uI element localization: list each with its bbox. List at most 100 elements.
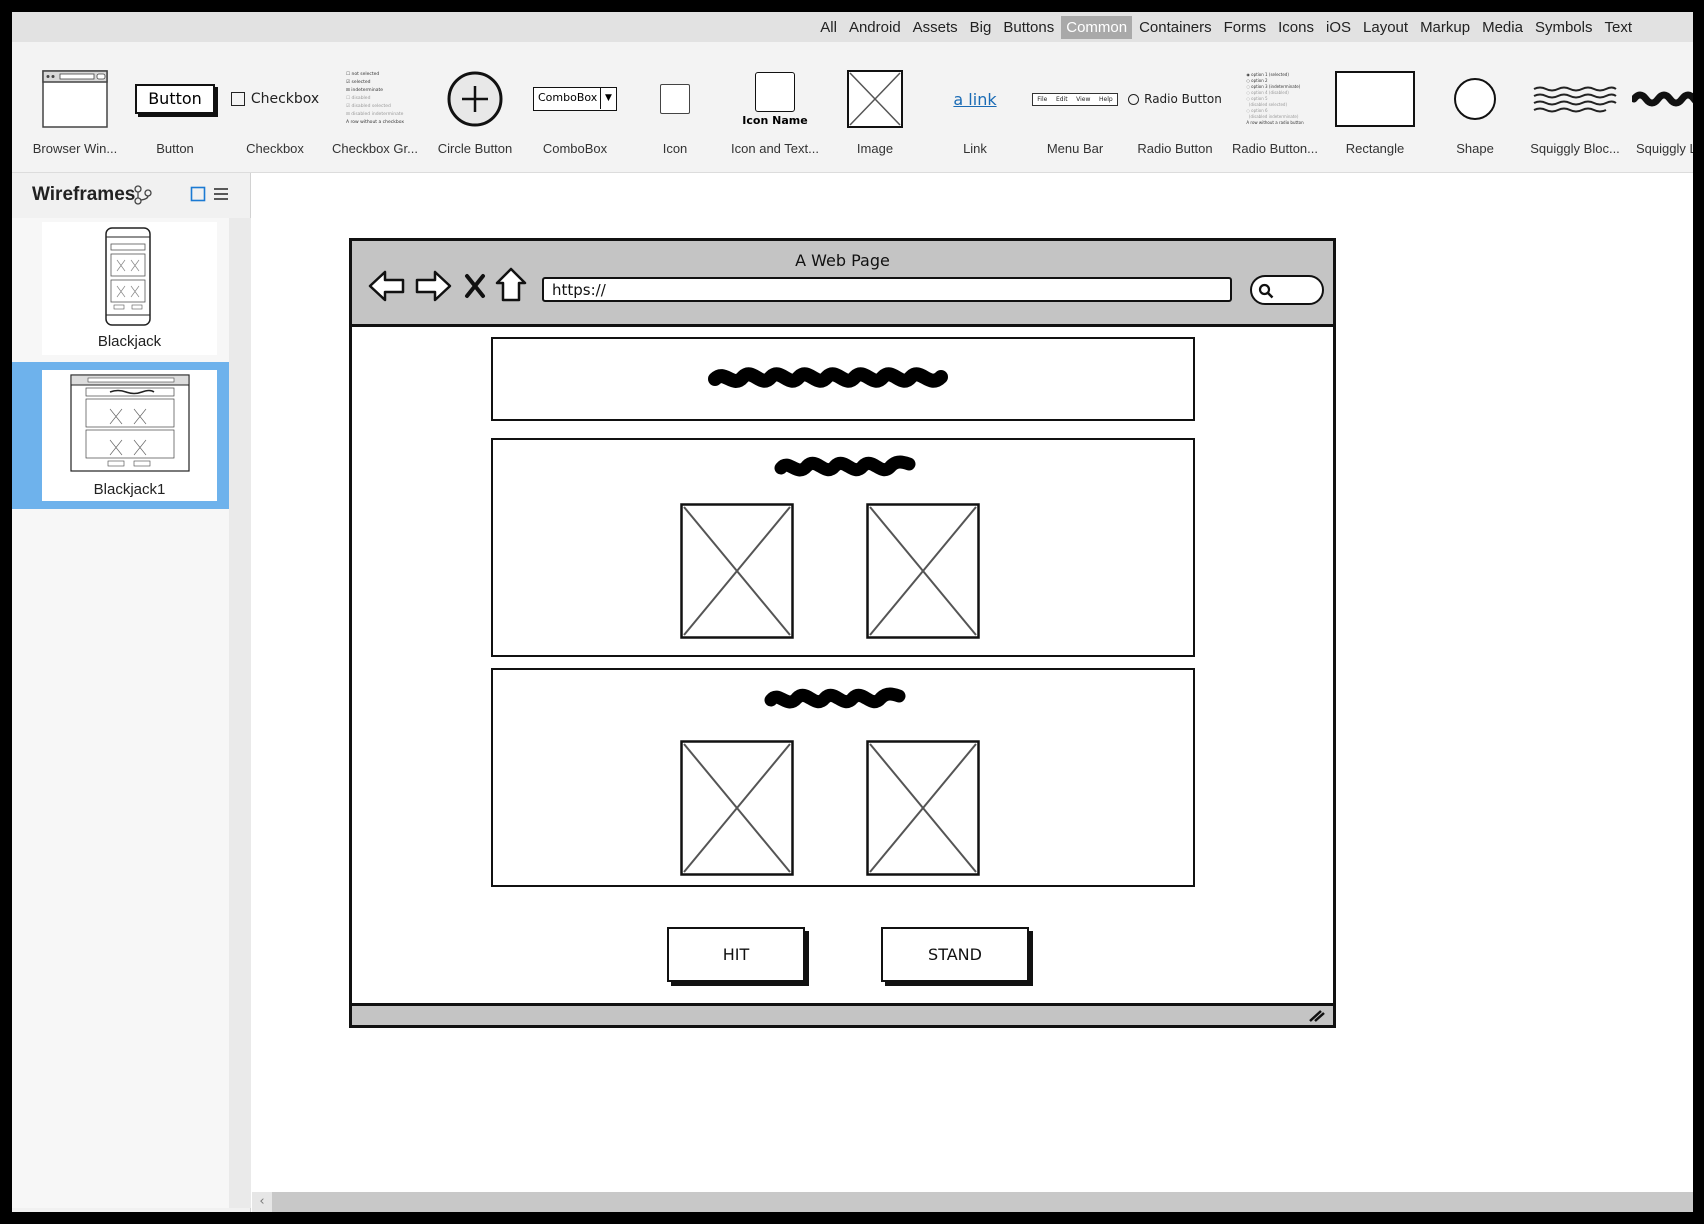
header-box[interactable] <box>491 337 1195 421</box>
library-item-label: Circle Button <box>437 141 513 156</box>
squiggly-title <box>708 367 948 388</box>
search-field[interactable] <box>1250 275 1324 305</box>
tab-common[interactable]: Common <box>1061 16 1133 39</box>
link-preview-text: a link <box>953 89 997 109</box>
dealer-section[interactable] <box>491 438 1195 657</box>
home-icon[interactable] <box>495 267 527 303</box>
icon-and-text-icon: Icon Name <box>725 68 825 130</box>
grid-view-icon[interactable] <box>190 186 206 202</box>
checkbox-group-line: ⊟ disabled indeterminate <box>346 112 404 117</box>
card-image-placeholder <box>866 503 980 639</box>
tab-all[interactable]: All <box>815 16 842 39</box>
tab-text[interactable]: Text <box>1599 16 1637 39</box>
library-item-combobox[interactable]: ComboBox ▼ ComboBox <box>525 42 625 173</box>
tab-assets[interactable]: Assets <box>908 16 963 39</box>
library-item-radio-button[interactable]: Radio Button Radio Button <box>1125 42 1225 173</box>
library-item-circle-button[interactable]: Circle Button <box>425 42 525 173</box>
canvas-horizontal-scrollbar[interactable]: ‹ <box>252 1192 1693 1212</box>
menu-bar-item: Edit <box>1055 95 1068 103</box>
close-icon[interactable] <box>464 273 486 299</box>
list-view-icon[interactable] <box>213 186 229 202</box>
page-item-blackjack[interactable]: Blackjack <box>12 218 229 357</box>
hit-button[interactable]: HIT <box>667 927 805 982</box>
tab-forms[interactable]: Forms <box>1219 16 1272 39</box>
stand-button[interactable]: STAND <box>881 927 1029 982</box>
tab-buttons[interactable]: Buttons <box>998 16 1059 39</box>
combobox-preview-text: ComboBox <box>538 91 598 104</box>
wireframes-panel: Wireframes Blackjack Blackjack1 <box>12 173 251 1212</box>
checkbox-group-line: ☑ disabled selected <box>346 104 391 109</box>
component-library: Browser Win... Button Button Checkbox Ch… <box>12 42 1693 173</box>
library-item-icon[interactable]: Icon <box>625 42 725 173</box>
library-item-label: Squiggly Bloc... <box>1530 141 1620 156</box>
combobox-icon: ComboBox ▼ <box>525 68 625 130</box>
mobile-thumbnail-icon <box>105 227 151 326</box>
panel-title: Wireframes <box>32 184 136 205</box>
wireframe-browser-window[interactable]: A Web Page https:// HIT STAND <box>349 238 1336 1028</box>
search-icon <box>1258 283 1274 299</box>
radio-preview-text: Radio Button <box>1144 92 1222 106</box>
branch-icon[interactable] <box>133 185 153 205</box>
pages-list: Blackjack Blackjack1 <box>12 218 229 1208</box>
circle-button-icon <box>425 68 525 130</box>
link-icon: a link <box>925 68 1025 130</box>
panel-scrollbar[interactable] <box>229 218 251 1208</box>
page-item-blackjack1[interactable]: Blackjack1 <box>12 362 229 509</box>
library-item-checkbox-group[interactable]: ☐ not selected ☑ selected ⊟ indeterminat… <box>325 42 425 173</box>
tab-layout[interactable]: Layout <box>1358 16 1413 39</box>
checkbox-group-line: ⊟ indeterminate <box>346 88 384 93</box>
image-placeholder-icon <box>825 68 925 130</box>
checkbox-box-icon <box>230 92 245 106</box>
squiggly-heading <box>774 455 916 477</box>
library-item-link[interactable]: a link Link <box>925 42 1025 173</box>
browser-toolbar: A Web Page https:// <box>352 241 1333 327</box>
checkbox-group-line: ☐ not selected <box>346 72 380 77</box>
browser-thumbnail-icon <box>70 374 190 472</box>
scroll-left-arrow-icon[interactable]: ‹ <box>252 1192 272 1212</box>
address-bar-text: https:// <box>552 281 606 299</box>
resize-grip-icon[interactable] <box>1307 1009 1325 1023</box>
tab-containers[interactable]: Containers <box>1134 16 1217 39</box>
tab-ios[interactable]: iOS <box>1321 16 1356 39</box>
tab-markup[interactable]: Markup <box>1415 16 1475 39</box>
back-arrow-icon[interactable] <box>368 269 406 303</box>
library-item-squiggly-line[interactable]: Squiggly Line <box>1625 42 1693 173</box>
checkbox-group-line: A row without a checkbox <box>346 120 404 125</box>
library-item-squiggly-block[interactable]: Squiggly Bloc... <box>1525 42 1625 173</box>
library-item-checkbox[interactable]: Checkbox Checkbox <box>225 42 325 173</box>
tab-big[interactable]: Big <box>965 16 997 39</box>
page-label: Blackjack <box>97 333 162 350</box>
menu-bar-item: View <box>1076 95 1091 103</box>
menu-bar-icon: File Edit View Help <box>1025 68 1125 130</box>
library-item-label: Button <box>156 141 194 156</box>
page-label: Blackjack1 <box>93 481 166 498</box>
library-item-rectangle[interactable]: Rectangle <box>1325 42 1425 173</box>
tab-android[interactable]: Android <box>844 16 906 39</box>
library-item-label: Radio Button... <box>1232 141 1318 156</box>
panel-header: Wireframes <box>12 173 251 218</box>
player-section[interactable] <box>491 668 1195 887</box>
library-item-label: Radio Button <box>1137 141 1213 156</box>
radio-circle-icon <box>1128 93 1140 105</box>
library-item-browser-window[interactable]: Browser Win... <box>25 42 125 173</box>
library-item-radio-button-group[interactable]: ◉ option 1 (selected) ○ option 2 ◌ optio… <box>1225 42 1325 173</box>
tab-icons[interactable]: Icons <box>1273 16 1319 39</box>
button-icon: Button <box>125 68 225 130</box>
library-item-shape[interactable]: Shape <box>1425 42 1525 173</box>
checkbox-icon: Checkbox <box>225 68 325 130</box>
address-bar[interactable]: https:// <box>542 277 1232 302</box>
library-item-icon-and-text[interactable]: Icon Name Icon and Text... <box>725 42 825 173</box>
library-item-button[interactable]: Button Button <box>125 42 225 173</box>
card-image-placeholder <box>866 740 980 876</box>
squiggly-line-icon <box>1625 68 1693 130</box>
library-item-menu-bar[interactable]: File Edit View Help Menu Bar <box>1025 42 1125 173</box>
tab-symbols[interactable]: Symbols <box>1530 16 1598 39</box>
library-item-label: Rectangle <box>1345 141 1405 156</box>
button-preview: Button <box>135 84 215 114</box>
chevron-down-icon: ▼ <box>600 88 616 109</box>
radio-group-line: A row without a radio button <box>1246 120 1304 125</box>
library-item-image[interactable]: Image <box>825 42 925 173</box>
library-item-label: ComboBox <box>542 141 608 156</box>
tab-media[interactable]: Media <box>1477 16 1528 39</box>
forward-arrow-icon[interactable] <box>414 269 452 303</box>
